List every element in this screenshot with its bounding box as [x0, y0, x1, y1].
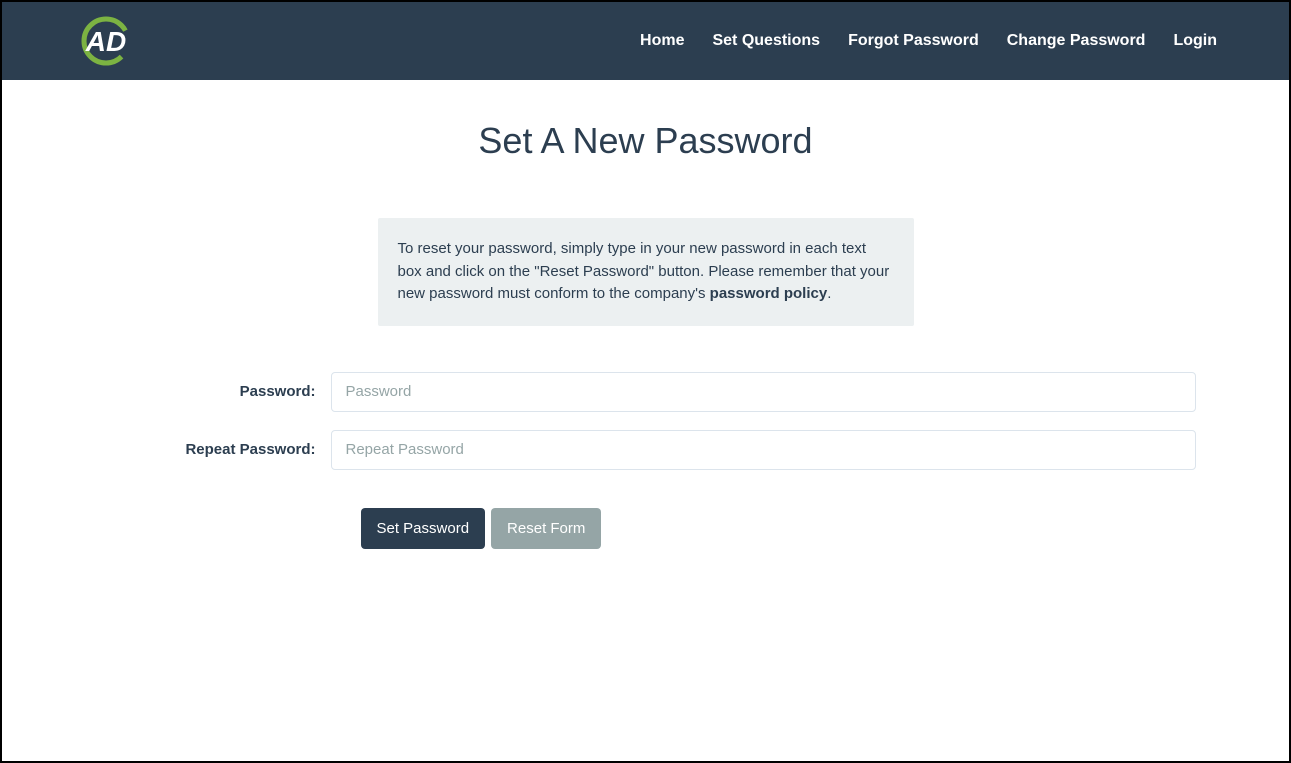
password-label: Password: — [96, 383, 331, 400]
repeat-password-row: Repeat Password: — [96, 430, 1196, 470]
password-input[interactable] — [331, 372, 1196, 412]
navbar: AD Home Set Questions Forgot Password Ch… — [2, 2, 1289, 80]
svg-text:AD: AD — [85, 26, 126, 57]
repeat-password-label: Repeat Password: — [96, 441, 331, 458]
app-logo[interactable]: AD — [74, 16, 139, 66]
nav-links: Home Set Questions Forgot Password Chang… — [640, 32, 1217, 50]
info-policy-link[interactable]: password policy — [710, 285, 828, 302]
page-title: Set A New Password — [96, 120, 1196, 162]
nav-login[interactable]: Login — [1173, 32, 1217, 50]
repeat-password-input[interactable] — [331, 430, 1196, 470]
password-row: Password: — [96, 372, 1196, 412]
reset-form-button[interactable]: Reset Form — [491, 508, 601, 549]
nav-forgot-password[interactable]: Forgot Password — [848, 32, 979, 50]
password-form: Password: Repeat Password: Set Password … — [96, 372, 1196, 549]
button-row: Set Password Reset Form — [361, 508, 1196, 549]
logo-icon: AD — [74, 16, 139, 66]
set-password-button[interactable]: Set Password — [361, 508, 486, 549]
nav-change-password[interactable]: Change Password — [1007, 32, 1146, 50]
nav-home[interactable]: Home — [640, 32, 684, 50]
main-container: Set A New Password To reset your passwor… — [81, 120, 1211, 549]
info-box: To reset your password, simply type in y… — [378, 218, 914, 326]
info-suffix: . — [827, 285, 831, 302]
nav-set-questions[interactable]: Set Questions — [712, 32, 820, 50]
